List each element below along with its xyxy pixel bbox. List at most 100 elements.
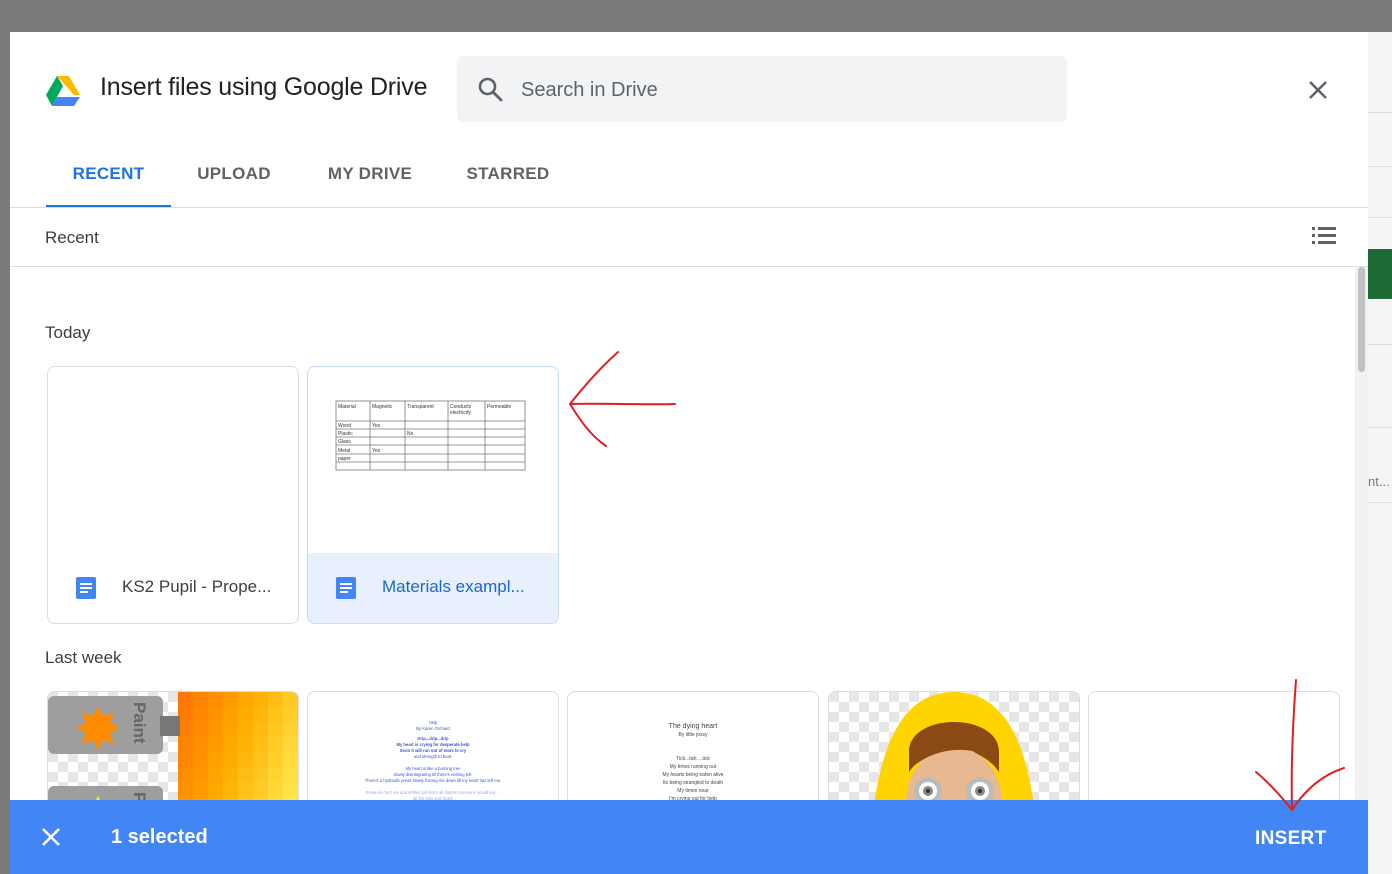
poem-line: By little jossy xyxy=(679,732,708,738)
selection-action-bar: 1 selected INSERT xyxy=(10,800,1368,874)
gradient-swatch xyxy=(268,752,284,768)
gradient-swatch xyxy=(223,737,239,753)
gradient-swatch xyxy=(178,737,194,753)
search-input[interactable] xyxy=(519,72,1043,108)
table-header-cell: Material xyxy=(338,404,356,410)
materials-table xyxy=(335,400,526,471)
gradient-swatch xyxy=(208,767,224,783)
view-subheader: Recent xyxy=(10,208,1368,266)
gradient-swatch xyxy=(208,722,224,738)
gradient-swatch xyxy=(238,722,254,738)
gradient-swatch xyxy=(253,752,269,768)
poem-line: My times near xyxy=(677,788,709,794)
bg-divider xyxy=(1368,427,1392,428)
tab-my-drive[interactable]: MY DRIVE xyxy=(326,144,414,208)
scrollbar-thumb[interactable] xyxy=(1358,267,1365,372)
file-name: KS2 Pupil - Prope... xyxy=(122,577,272,596)
poem-line: Soon it will run out of tears to cry xyxy=(400,748,467,753)
background-page: nt... xyxy=(1368,32,1392,874)
gradient-swatch xyxy=(283,782,298,798)
gradient-swatch xyxy=(268,767,284,783)
gradient-swatch xyxy=(193,737,209,753)
gradient-swatch xyxy=(193,752,209,768)
tab-upload[interactable]: UPLOAD xyxy=(194,144,274,208)
view-label: Recent xyxy=(45,228,99,247)
gradient-swatch xyxy=(283,707,298,723)
insert-button[interactable]: INSERT xyxy=(1255,828,1326,850)
gradient-swatch xyxy=(178,707,194,723)
gradient-swatch xyxy=(253,737,269,753)
gradient-swatch xyxy=(253,692,269,708)
poem-line: By Karen Orchard xyxy=(416,726,450,731)
gradient-swatch xyxy=(193,707,209,723)
gradient-swatch xyxy=(208,752,224,768)
file-card-selected[interactable]: Material Magnetic Transparent Conducts elect… xyxy=(307,366,559,624)
bg-divider xyxy=(1368,217,1392,218)
gradient-swatch xyxy=(178,722,194,738)
gradient-swatch xyxy=(223,707,239,723)
gradient-swatch xyxy=(253,782,269,798)
table-header-cell: Magnetic xyxy=(372,404,393,410)
close-icon[interactable] xyxy=(1302,74,1334,106)
dialog-header: Insert files using Google Drive xyxy=(10,32,1368,144)
table-header-cell: Permeable xyxy=(487,404,511,410)
poem-line: Help xyxy=(429,720,438,725)
table-cell: Yes xyxy=(372,423,381,429)
gradient-swatch xyxy=(178,692,194,708)
file-card[interactable]: KS2 Pupil - Prope... xyxy=(47,366,299,624)
gradient-swatch xyxy=(208,707,224,723)
list-view-icon[interactable] xyxy=(1310,224,1338,248)
gradient-swatch xyxy=(208,692,224,708)
table-header-cell: electricity xyxy=(450,410,471,416)
gradient-swatch xyxy=(283,722,298,738)
clear-selection-icon[interactable] xyxy=(40,826,62,848)
gradient-swatch xyxy=(193,692,209,708)
selected-count: 1 selected xyxy=(111,826,208,848)
bg-divider xyxy=(1368,112,1392,113)
poem-line: Its being strangled to death xyxy=(663,780,724,786)
table-cell: Yes xyxy=(372,448,381,454)
gradient-swatch xyxy=(253,707,269,723)
table-cell: Glass xyxy=(338,439,351,445)
materials-table-thumbnail: Material Magnetic Transparent Conductselect… xyxy=(335,400,526,471)
gradient-swatch xyxy=(268,737,284,753)
google-doc-icon xyxy=(76,577,96,599)
paint-label: Paint xyxy=(130,702,149,744)
gradient-swatch xyxy=(223,782,239,798)
gradient-swatch xyxy=(178,767,194,783)
poem-line: My hearts being eaten alive xyxy=(662,772,723,778)
gradient-swatch xyxy=(193,782,209,798)
tab-recent[interactable]: RECENT xyxy=(46,144,171,208)
poem-line: Drip...drip...drip xyxy=(417,736,449,741)
section-label-last-week: Last week xyxy=(45,648,122,667)
file-grid: Today KS2 Pupil - Prope... Material Magn… xyxy=(10,267,1355,874)
gradient-swatch xyxy=(268,692,284,708)
search-icon xyxy=(478,77,503,102)
table-cell: Wood xyxy=(338,423,351,429)
gradient-swatch xyxy=(283,692,298,708)
google-drive-logo-icon xyxy=(46,76,80,106)
gradient-swatch xyxy=(238,737,254,753)
poem-line: slowly disintegrating till there's nothi… xyxy=(393,772,472,777)
gradient-swatch xyxy=(178,752,194,768)
gradient-swatch xyxy=(193,767,209,783)
gradient-swatch xyxy=(223,752,239,768)
poem-line: My heart is like a burning tree xyxy=(406,766,462,771)
gradient-swatch xyxy=(268,707,284,723)
gradient-swatch xyxy=(253,767,269,783)
drive-picker-dialog: Insert files using Google Drive RECENT U… xyxy=(10,32,1368,874)
section-label-today: Today xyxy=(45,323,91,342)
search-box[interactable] xyxy=(457,56,1067,122)
table-cell: Metal xyxy=(338,448,350,454)
file-card-footer: KS2 Pupil - Prope... xyxy=(48,553,298,623)
gradient-swatch xyxy=(208,737,224,753)
poem-line: Tick...tick ...tick xyxy=(676,756,710,762)
poem-line: and strength to beat. xyxy=(414,754,452,759)
gradient-swatch xyxy=(268,782,284,798)
scrollbar[interactable] xyxy=(1355,267,1368,874)
table-cell: No xyxy=(407,431,414,437)
bg-divider xyxy=(1368,502,1392,503)
bg-divider xyxy=(1368,166,1392,167)
tab-starred[interactable]: STARRED xyxy=(466,144,550,208)
poem-line: My times running out xyxy=(670,764,717,770)
